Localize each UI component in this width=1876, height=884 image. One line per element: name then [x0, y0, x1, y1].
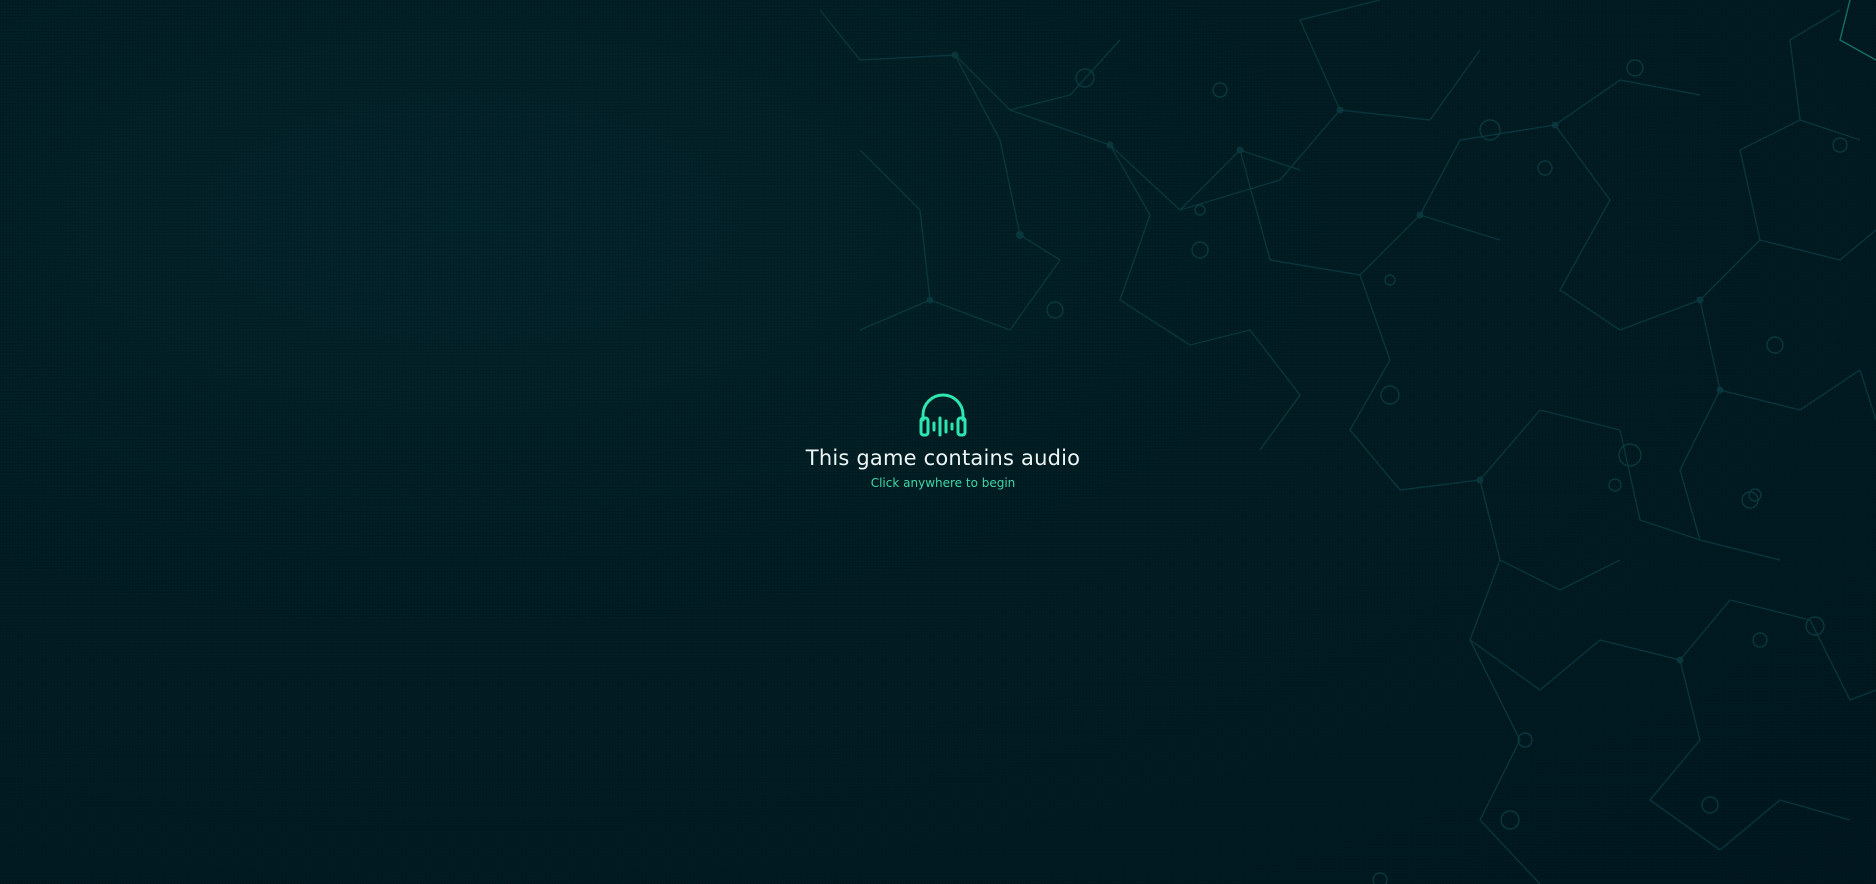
game-start-overlay[interactable]: This game contains audio Click anywhere …	[0, 0, 1876, 884]
headphones-icon	[919, 393, 967, 437]
click-to-begin-hint: Click anywhere to begin	[870, 476, 1016, 490]
audio-warning-title: This game contains audio	[805, 446, 1081, 470]
audio-prompt: This game contains audio Click anywhere …	[0, 390, 1876, 492]
